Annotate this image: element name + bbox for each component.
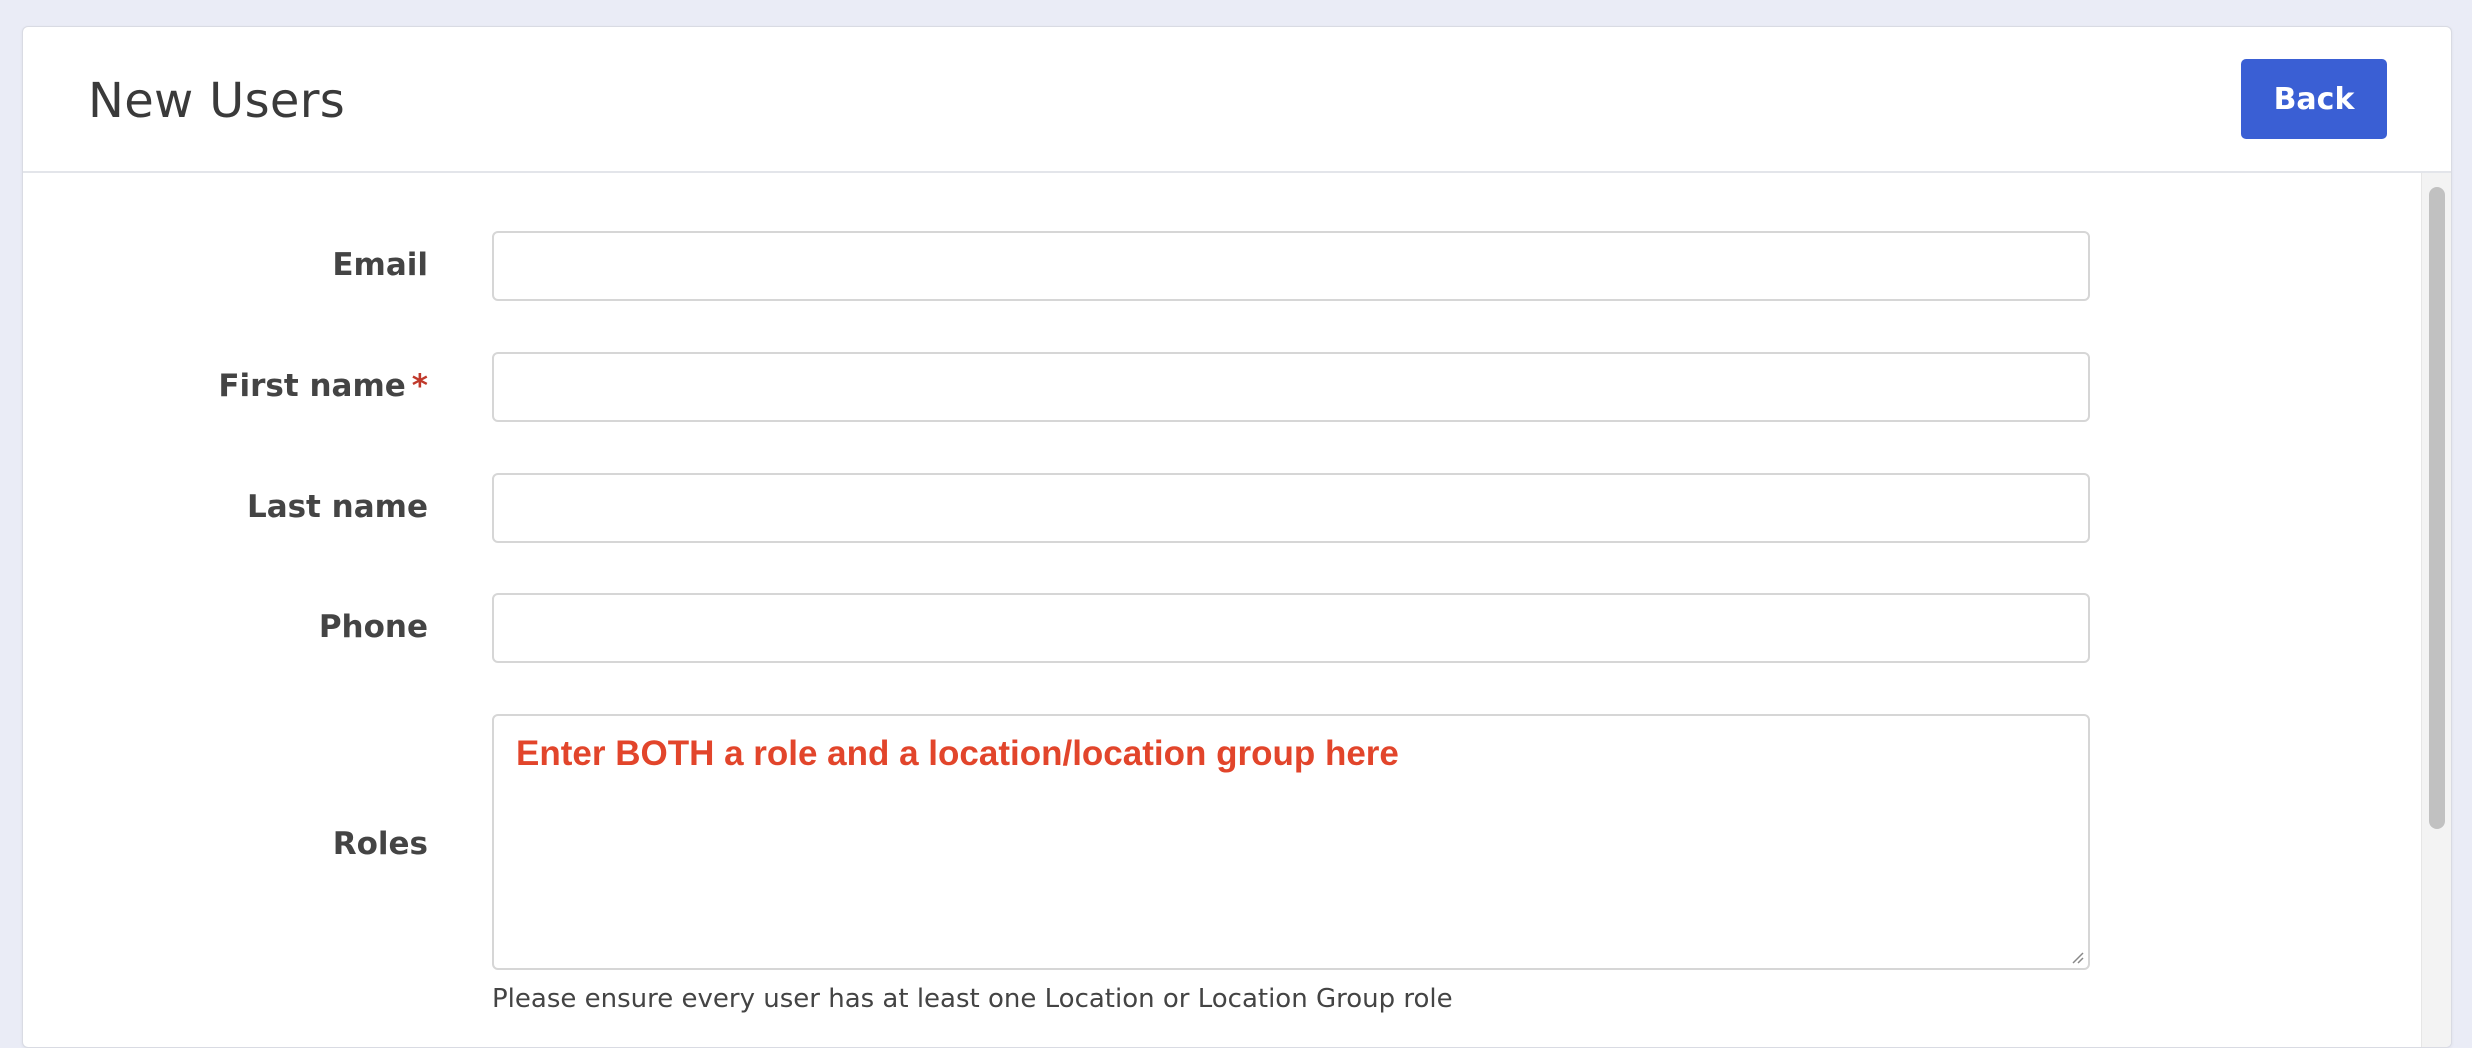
new-users-card: New Users Back Email First name * Last na… (22, 26, 2452, 1048)
page-title: New Users (88, 73, 346, 129)
roles-help-text: Please ensure every user has at least on… (492, 984, 1453, 1014)
roles-field[interactable]: Enter BOTH a role and a location/locatio… (492, 714, 2090, 970)
first-name-label: First name * (218, 368, 428, 404)
roles-hint: Enter BOTH a role and a location/locatio… (516, 734, 1399, 773)
back-button[interactable]: Back (2241, 59, 2387, 139)
first-name-row: First name * (23, 352, 2421, 422)
first-name-field[interactable] (492, 352, 2090, 422)
vertical-scrollbar[interactable] (2421, 173, 2451, 1047)
resize-handle-icon[interactable] (2070, 950, 2084, 964)
email-field[interactable] (492, 231, 2090, 301)
required-indicator: * (411, 368, 428, 404)
card-header: New Users Back (23, 27, 2451, 173)
scrollbar-thumb[interactable] (2429, 187, 2445, 829)
roles-label: Roles (332, 826, 428, 862)
email-row: Email (23, 231, 2421, 301)
phone-label: Phone (318, 609, 428, 645)
phone-field[interactable] (492, 593, 2090, 663)
last-name-row: Last name (23, 473, 2421, 543)
user-form: Email First name * Last name Phone Roles… (23, 173, 2421, 1047)
phone-row: Phone (23, 593, 2421, 663)
last-name-label: Last name (246, 489, 428, 525)
email-label: Email (332, 247, 428, 283)
roles-row: Roles Enter BOTH a role and a location/l… (23, 714, 2421, 1034)
last-name-field[interactable] (492, 473, 2090, 543)
